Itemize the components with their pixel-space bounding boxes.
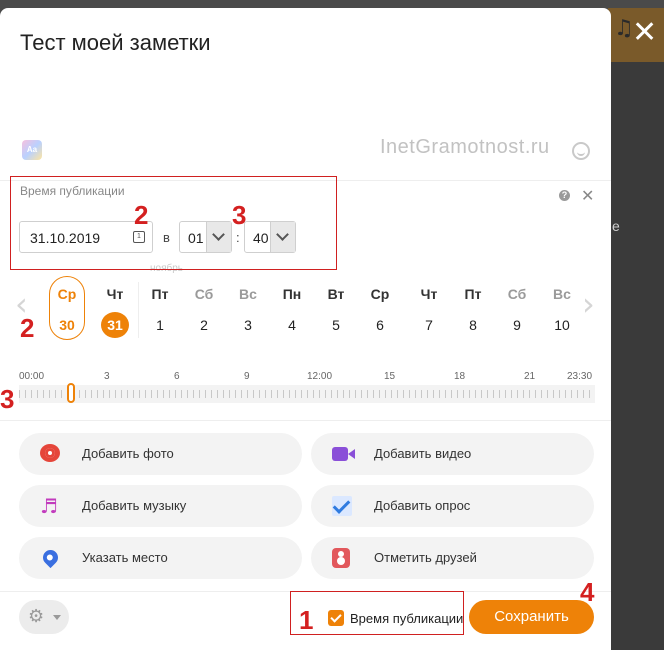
annotation-number: 1 <box>299 605 314 635</box>
add-video-button[interactable]: Добавить видео <box>311 433 594 475</box>
close-panel-icon[interactable]: ✕ <box>581 186 594 205</box>
video-camera-icon <box>332 447 348 461</box>
add-poll-button[interactable]: Добавить опрос <box>311 485 594 527</box>
note-editor-modal: Тест моей заметки Aa InetGramotnost.ru В… <box>0 8 611 650</box>
day-number: 31 <box>101 312 129 338</box>
day-cell[interactable]: Вт 5 <box>319 286 353 338</box>
save-button[interactable]: Сохранить <box>469 600 594 634</box>
timeline-tick-label: 3 <box>104 371 110 382</box>
day-number: 7 <box>425 317 433 333</box>
day-number: 5 <box>332 317 340 333</box>
day-cell[interactable]: Пн 4 <box>275 286 309 338</box>
slider-ticks <box>19 390 595 398</box>
day-number: 10 <box>554 317 570 333</box>
annotation-number: 2 <box>134 200 149 230</box>
day-of-week: Чт <box>420 286 438 302</box>
add-place-button[interactable]: Указать место <box>19 537 302 579</box>
timeline-tick-label: 18 <box>454 371 466 382</box>
add-video-label: Добавить видео <box>374 446 472 461</box>
annotation-number: 4 <box>580 577 595 607</box>
day-cell[interactable]: Сб 9 <box>500 286 534 338</box>
day-cell[interactable]: Чт 31 <box>98 286 132 338</box>
time-slider[interactable] <box>19 383 595 403</box>
day-number: 30 <box>59 317 75 333</box>
add-place-label: Указать место <box>82 550 168 565</box>
camera-icon <box>40 444 60 462</box>
add-poll-label: Добавить опрос <box>374 498 471 513</box>
day-of-week: Вс <box>553 286 571 302</box>
add-music-label: Добавить музыку <box>82 498 187 513</box>
day-number: 9 <box>513 317 521 333</box>
close-modal-icon[interactable]: ✕ <box>632 18 664 50</box>
day-cell[interactable]: Пт 1 <box>143 286 177 338</box>
location-pin-icon <box>39 546 62 569</box>
caret-down-icon <box>53 615 61 620</box>
day-of-week: Ср <box>57 286 77 302</box>
timeline-tick-label: 23:30 <box>567 371 593 382</box>
tag-friends-label: Отметить друзей <box>374 550 477 565</box>
day-number: 8 <box>469 317 477 333</box>
day-of-week: Пт <box>464 286 482 302</box>
day-number: 6 <box>376 317 384 333</box>
day-of-week: Вс <box>239 286 257 302</box>
add-music-button[interactable]: ♬ Добавить музыку <box>19 485 302 527</box>
person-icon <box>332 548 350 568</box>
divider <box>0 420 611 421</box>
timeline-tick-label: 00:00 <box>19 371 45 382</box>
timeline-tick-label: 12:00 <box>307 371 333 382</box>
timeline-tick-label: 15 <box>384 371 396 382</box>
background-text: е <box>612 218 620 234</box>
day-number: 1 <box>156 317 164 333</box>
day-cell[interactable]: Вс 3 <box>231 286 265 338</box>
music-icon: ♬ <box>40 494 58 518</box>
day-number: 3 <box>244 317 252 333</box>
day-of-week: Сб <box>507 286 527 302</box>
tag-friends-button[interactable]: Отметить друзей <box>311 537 594 579</box>
day-number: 2 <box>200 317 208 333</box>
day-of-week: Ср <box>370 286 390 302</box>
annotation-box-datetime <box>10 176 337 270</box>
settings-button[interactable]: ⚙ <box>19 600 69 634</box>
day-cell[interactable]: Ср 6 <box>363 286 397 338</box>
day-cell[interactable]: Сб 2 <box>187 286 221 338</box>
day-number: 4 <box>288 317 296 333</box>
annotation-number: 3 <box>232 200 247 230</box>
day-of-week: Чт <box>106 286 124 302</box>
checkmark-icon <box>332 496 352 516</box>
day-cell[interactable]: Ср 30 <box>49 276 85 340</box>
day-cell[interactable]: Чт 7 <box>412 286 446 338</box>
timeline-tick-label: 21 <box>524 371 536 382</box>
day-of-week: Вт <box>327 286 345 302</box>
help-icon[interactable]: ? <box>559 190 570 201</box>
day-cell[interactable]: Вс 10 <box>545 286 579 338</box>
music-note-icon: ♫ <box>614 16 634 41</box>
day-cell[interactable]: Пт 8 <box>456 286 490 338</box>
annotation-number: 2 <box>20 313 35 343</box>
next-days-arrow[interactable]: › <box>582 285 595 323</box>
day-of-week: Сб <box>194 286 214 302</box>
add-photo-label: Добавить фото <box>82 446 174 461</box>
timeline-tick-label: 6 <box>174 371 180 382</box>
annotation-number: 3 <box>0 384 15 414</box>
gear-icon: ⚙ <box>28 606 45 627</box>
publish-panel: Время публикации ? ✕ 31.10.2019 1 в 01 :… <box>0 8 611 650</box>
timeline-tick-label: 9 <box>244 371 250 382</box>
annotation-box-checkbox <box>290 591 464 635</box>
slider-thumb[interactable] <box>67 383 75 403</box>
day-of-week: Пн <box>282 286 302 302</box>
add-photo-button[interactable]: Добавить фото <box>19 433 302 475</box>
day-of-week: Пт <box>151 286 169 302</box>
month-divider <box>138 282 139 338</box>
